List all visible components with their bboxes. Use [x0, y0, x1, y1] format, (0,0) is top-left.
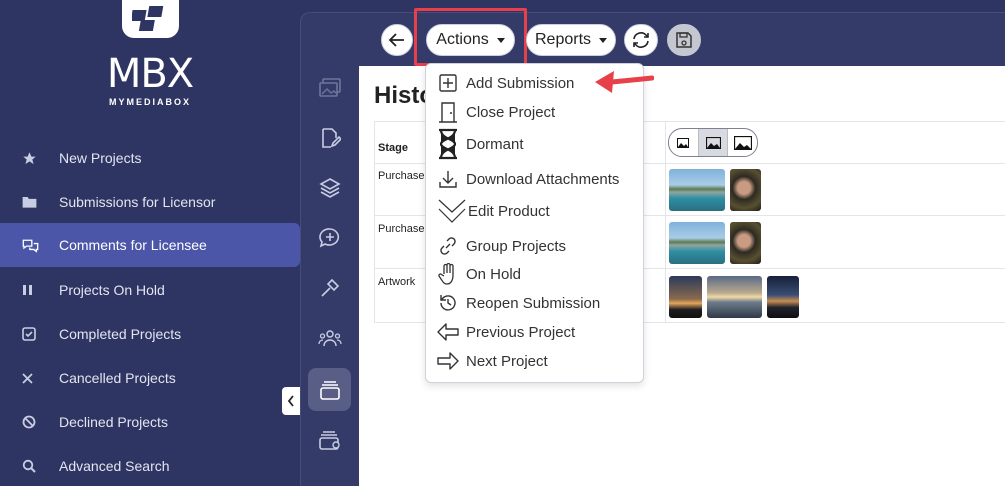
brand-logo-mark	[122, 0, 179, 38]
attachment-thumbnail[interactable]	[767, 276, 799, 318]
sidebar-item-advanced-search[interactable]: Advanced Search	[0, 444, 300, 486]
save-button[interactable]	[667, 24, 701, 56]
medium-image-icon[interactable]	[698, 129, 729, 156]
chevron-left-icon	[287, 395, 294, 407]
arrow-right-icon	[436, 350, 460, 372]
menu-item-label: Dormant	[466, 135, 524, 153]
add-comment-icon[interactable]	[308, 216, 351, 259]
attachment-thumbnail[interactable]	[669, 169, 725, 211]
search-icon	[0, 459, 59, 473]
sidebar-item-new-projects[interactable]: New Projects	[0, 136, 300, 180]
edit-document-icon[interactable]	[308, 116, 351, 159]
reports-dropdown-button[interactable]: Reports	[526, 24, 616, 56]
chevrons-down-icon	[436, 195, 468, 227]
refresh-button[interactable]	[624, 24, 658, 56]
thumbnail-size-toggle[interactable]	[668, 128, 758, 157]
pause-icon	[0, 284, 59, 296]
x-icon	[0, 372, 59, 384]
sidebar-item-comments-for-licensee[interactable]: Comments for Licensee	[0, 223, 300, 267]
project-icon-rail	[300, 62, 359, 486]
actions-highlight-box	[414, 8, 527, 66]
attachment-thumbnail[interactable]	[707, 276, 762, 318]
brand-tagline: MYMEDIABOX	[108, 97, 191, 107]
menu-item-next-project[interactable]: Next Project	[436, 348, 548, 374]
sidebar-item-label: New Projects	[59, 150, 142, 166]
small-image-icon[interactable]	[669, 129, 699, 156]
refresh-icon	[633, 32, 649, 48]
ban-icon	[0, 415, 59, 429]
table-border	[665, 121, 666, 323]
sidebar-item-cancelled-projects[interactable]: Cancelled Projects	[0, 356, 300, 400]
sidebar-item-projects-on-hold[interactable]: Projects On Hold	[0, 268, 300, 312]
menu-item-label: Edit Product	[468, 202, 550, 220]
sidebar-item-label: Cancelled Projects	[59, 370, 176, 386]
arrow-left-icon	[436, 321, 460, 343]
floppy-disk-icon	[676, 32, 692, 48]
menu-item-label: Download Attachments	[466, 170, 620, 188]
archive-settings-icon[interactable]	[308, 418, 351, 461]
hand-icon	[436, 263, 460, 285]
tools-icon[interactable]	[308, 266, 351, 309]
sidebar: MBX MYMEDIABOX New Projects Submissions …	[0, 0, 300, 486]
sidebar-item-label: Advanced Search	[59, 458, 170, 474]
comments-icon	[0, 238, 59, 253]
menu-item-label: Add Submission	[466, 74, 575, 92]
plus-square-icon	[436, 72, 460, 94]
sidebar-item-label: Declined Projects	[59, 414, 168, 430]
sidebar-item-label: Comments for Licensee	[59, 237, 207, 253]
star-icon	[0, 151, 59, 166]
menu-item-label: Reopen Submission	[466, 294, 601, 312]
check-square-icon	[0, 327, 59, 341]
history-icon	[436, 292, 460, 314]
menu-item-add-submission[interactable]: Add Submission	[436, 70, 574, 96]
attachment-thumbnail[interactable]	[730, 169, 761, 211]
menu-item-close-project[interactable]: Close Project	[436, 99, 555, 125]
sidebar-item-submissions-for-licensor[interactable]: Submissions for Licensor	[0, 180, 300, 224]
sidebar-item-declined-projects[interactable]: Declined Projects	[0, 400, 300, 444]
arrow-left-icon	[388, 33, 404, 47]
back-button[interactable]	[381, 24, 413, 56]
menu-item-group-projects[interactable]: Group Projects	[436, 233, 566, 259]
sidebar-item-completed-projects[interactable]: Completed Projects	[0, 312, 300, 356]
reports-label: Reports	[534, 31, 592, 48]
annotation-arrow-icon	[595, 71, 654, 93]
menu-item-previous-project[interactable]: Previous Project	[436, 319, 575, 345]
brand-logo[interactable]: MBX	[95, 52, 205, 96]
download-icon	[436, 168, 460, 190]
folder-icon	[0, 195, 59, 209]
layers-icon[interactable]	[308, 166, 351, 209]
sidebar-collapse-button[interactable]	[282, 387, 300, 415]
hourglass-icon	[436, 128, 460, 160]
cards-stack-icon[interactable]	[308, 368, 351, 411]
menu-item-label: Close Project	[466, 103, 556, 121]
table-cell-stage: Artwork	[378, 276, 416, 288]
users-icon[interactable]	[308, 316, 351, 359]
sidebar-item-label: Projects On Hold	[59, 282, 165, 298]
link-icon	[436, 235, 460, 257]
menu-item-label: On Hold	[466, 265, 522, 283]
menu-item-dormant[interactable]: Dormant	[436, 128, 524, 160]
attachment-thumbnail[interactable]	[730, 222, 761, 264]
table-header-stage: Stage	[378, 142, 408, 154]
actions-dropdown-menu: Add Submission Close Project Dormant Dow…	[425, 63, 644, 383]
sidebar-item-label: Submissions for Licensor	[59, 194, 216, 210]
menu-item-label: Next Project	[466, 352, 548, 370]
door-icon	[436, 101, 460, 123]
sidebar-item-label: Completed Projects	[59, 326, 182, 342]
menu-item-download-attachments[interactable]: Download Attachments	[436, 166, 619, 192]
menu-item-label: Previous Project	[466, 323, 576, 341]
menu-item-reopen-submission[interactable]: Reopen Submission	[436, 290, 600, 316]
large-image-icon[interactable]	[728, 129, 757, 156]
menu-item-on-hold[interactable]: On Hold	[436, 261, 521, 287]
menu-item-edit-product[interactable]: Edit Product	[436, 195, 550, 227]
menu-item-label: Group Projects	[466, 237, 567, 255]
images-icon[interactable]	[308, 66, 351, 109]
table-border	[374, 121, 375, 323]
caret-down-icon	[599, 37, 608, 43]
attachment-thumbnail[interactable]	[669, 276, 702, 318]
attachment-thumbnail[interactable]	[669, 222, 725, 264]
